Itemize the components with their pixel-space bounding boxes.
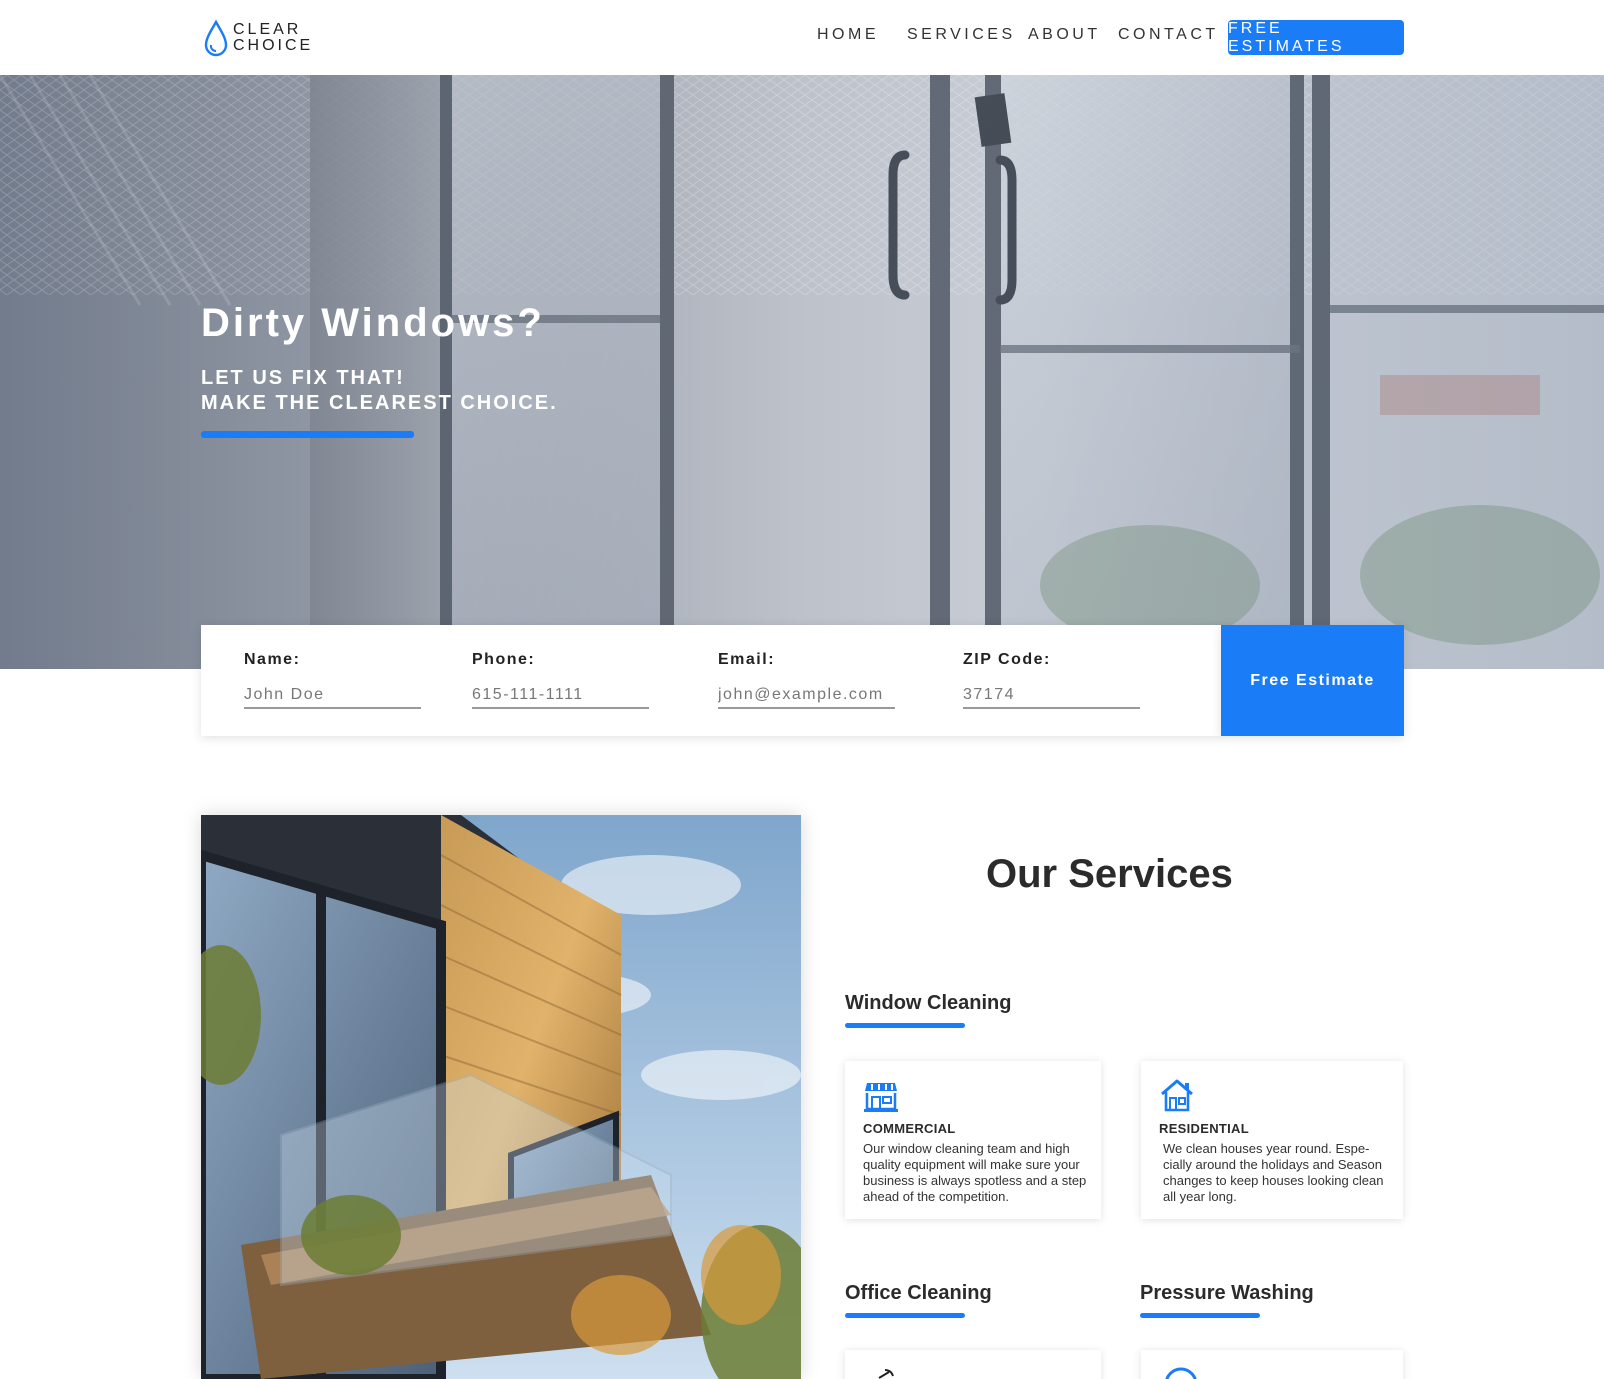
logo-line-1: CLEAR xyxy=(233,21,302,38)
email-input[interactable] xyxy=(718,683,895,709)
name-label: Name: xyxy=(244,651,301,668)
phone-input[interactable] xyxy=(472,683,649,709)
free-estimates-button[interactable]: FREE ESTIMATES xyxy=(1228,20,1404,55)
hero-banner: Dirty Windows? LET US FIX THAT! MAKE THE… xyxy=(0,75,1604,669)
building-photo xyxy=(201,815,801,1379)
logo-line-2: CHOICE xyxy=(233,37,314,54)
office-cleaning-underline xyxy=(845,1313,965,1318)
office-cleaning-heading: Office Cleaning xyxy=(845,1282,992,1304)
window-cleaning-underline xyxy=(845,1023,965,1028)
name-input[interactable] xyxy=(244,683,421,709)
email-label: Email: xyxy=(718,651,776,668)
commercial-card[interactable]: COMMERCIAL Our window cleaning team and … xyxy=(845,1061,1101,1219)
commercial-description: Our window cleaning team and high qualit… xyxy=(863,1141,1087,1204)
house-icon xyxy=(1161,1079,1193,1112)
estimate-form: Name: Phone: Email: ZIP Code: xyxy=(201,625,1221,736)
zip-label: ZIP Code: xyxy=(963,651,1051,668)
logo-text: CLEAR CHOICE xyxy=(233,22,313,54)
pressure-washing-card[interactable] xyxy=(1141,1350,1403,1379)
site-header: CLEAR CHOICE HOME SERVICES ABOUT CONTACT… xyxy=(0,0,1604,75)
office-cleaning-card[interactable] xyxy=(845,1350,1101,1379)
pressure-washing-heading: Pressure Washing xyxy=(1140,1282,1314,1304)
commercial-title: COMMERCIAL xyxy=(863,1121,956,1136)
storefront-icon xyxy=(864,1083,898,1112)
hero-accent-bar xyxy=(201,431,414,438)
window-cleaning-heading: Window Cleaning xyxy=(845,992,1012,1014)
hero-subtitle-line-1: LET US FIX THAT! xyxy=(201,367,405,389)
residential-title: RESIDENTIAL xyxy=(1159,1121,1249,1136)
residential-card[interactable]: RESIDENTIAL We clean houses year round. … xyxy=(1141,1061,1403,1219)
free-estimate-submit-button[interactable]: Free Estimate xyxy=(1221,625,1404,736)
services-title: Our Services xyxy=(986,852,1233,896)
nav-home[interactable]: HOME xyxy=(817,26,879,44)
globe-icon xyxy=(1165,1367,1197,1379)
hero-subtitle-line-2: MAKE THE CLEAREST CHOICE. xyxy=(201,392,558,414)
zip-input[interactable] xyxy=(963,683,1140,709)
phone-label: Phone: xyxy=(472,651,536,668)
nav-about[interactable]: ABOUT xyxy=(1028,26,1101,44)
hero-title: Dirty Windows? xyxy=(201,301,545,345)
nav-services[interactable]: SERVICES xyxy=(907,26,1016,44)
logo[interactable]: CLEAR CHOICE xyxy=(203,18,313,58)
water-drop-icon xyxy=(204,19,228,57)
spray-bottle-icon xyxy=(878,1369,894,1379)
pressure-washing-underline xyxy=(1140,1313,1260,1318)
building-photo-image xyxy=(201,815,801,1379)
nav-contact[interactable]: CONTACT xyxy=(1118,26,1219,44)
residential-description: We clean houses year round. Espe-cially … xyxy=(1163,1141,1384,1204)
